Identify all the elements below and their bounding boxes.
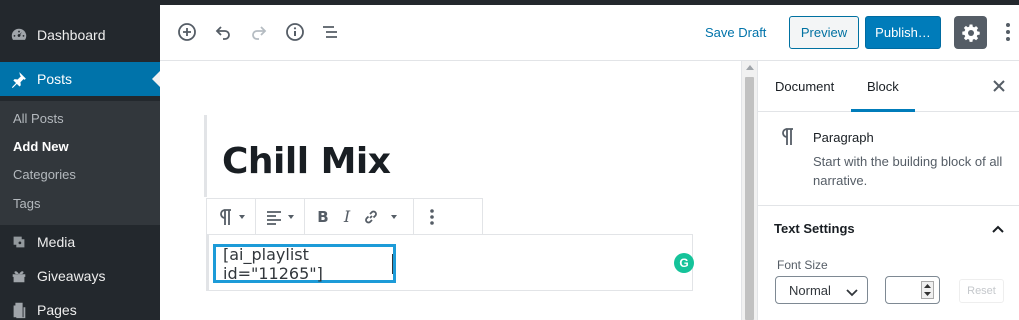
dashboard-icon	[9, 25, 29, 45]
publish-button[interactable]: Publish…	[865, 16, 941, 49]
chevron-down-icon	[288, 214, 294, 219]
reset-button[interactable]: Reset	[959, 279, 1004, 303]
text-settings-panel: Text Settings Font Size Normal Reset	[758, 207, 1019, 320]
editor-header: Save Draft Preview Publish…	[160, 5, 1019, 61]
font-size-select[interactable]: Normal	[775, 276, 868, 304]
tab-document[interactable]: Document	[775, 61, 834, 112]
block-type-switcher[interactable]	[207, 199, 256, 234]
italic-icon[interactable]: I	[335, 205, 359, 229]
submenu-add-new[interactable]: Add New	[13, 139, 69, 154]
bold-icon[interactable]: B	[311, 205, 335, 229]
align-left-icon[interactable]	[262, 205, 286, 229]
title-block-border	[204, 115, 207, 197]
font-size-number-input[interactable]	[885, 276, 940, 304]
submenu-categories[interactable]: Categories	[13, 167, 76, 182]
menu-label: Giveaways	[37, 268, 106, 284]
menu-item-posts[interactable]: Posts	[0, 62, 160, 96]
tab-block[interactable]: Block	[851, 61, 915, 112]
menu-item-dashboard[interactable]: Dashboard	[0, 18, 160, 52]
menu-item-media[interactable]: Media	[0, 225, 160, 259]
chevron-down-icon	[846, 285, 858, 300]
text-settings-heading[interactable]: Text Settings	[774, 221, 855, 236]
block-card: Paragraph Start with the building block …	[758, 113, 1019, 206]
pages-icon	[9, 300, 29, 320]
redo-icon[interactable]	[247, 20, 271, 44]
block-toolbar: B I	[206, 198, 483, 235]
link-icon[interactable]	[359, 205, 383, 229]
block-name: Paragraph	[813, 130, 874, 145]
spinner-down-icon[interactable]	[922, 290, 933, 298]
scrollbar-thumb[interactable]	[745, 77, 754, 320]
media-icon	[9, 232, 29, 252]
menu-item-giveaways[interactable]: Giveaways	[0, 259, 160, 293]
block-navigation-icon[interactable]	[318, 20, 342, 44]
settings-sidebar: Document Block Paragraph Start with the …	[757, 61, 1019, 320]
vertical-ellipsis-icon[interactable]	[420, 205, 444, 229]
posts-submenu: All Posts Add New Categories Tags	[0, 101, 160, 225]
menu-item-pages[interactable]: Pages	[0, 293, 160, 320]
add-block-icon[interactable]	[175, 20, 199, 44]
undo-icon[interactable]	[211, 20, 235, 44]
admin-sidebar: Dashboard Posts All Posts Add New Catego…	[0, 5, 160, 320]
font-size-value: Normal	[789, 282, 831, 298]
menu-label: Dashboard	[37, 27, 106, 43]
menu-label: Pages	[37, 302, 77, 318]
shortcode-value: [ai_playlist id="11265"]	[223, 244, 323, 283]
menu-label: Media	[37, 234, 76, 250]
more-options-icon[interactable]	[1003, 20, 1013, 44]
block-description: Start with the building block of all nar…	[813, 154, 1003, 188]
submenu-all-posts[interactable]: All Posts	[13, 111, 64, 126]
paragraph-icon	[779, 127, 795, 153]
active-menu-arrow	[152, 71, 160, 87]
format-controls: B I	[305, 199, 414, 234]
grammarly-icon[interactable]: G	[674, 253, 694, 273]
sidebar-tabs: Document Block	[758, 61, 1019, 112]
scroll-up-arrow-icon[interactable]	[746, 65, 754, 70]
alignment-control[interactable]	[256, 199, 305, 234]
save-draft-button[interactable]: Save Draft	[705, 25, 766, 40]
canvas-scrollbar[interactable]	[741, 61, 757, 320]
info-icon[interactable]	[283, 20, 307, 44]
block-more-options[interactable]	[414, 199, 450, 234]
more-formats-chevron-icon[interactable]	[383, 205, 407, 229]
chevron-down-icon	[239, 214, 245, 219]
menu-label: Posts	[37, 71, 73, 87]
shortcode-text[interactable]: [ai_playlist id="11265"]	[213, 244, 396, 283]
post-title[interactable]: Chill Mix	[222, 141, 391, 182]
submenu-tags[interactable]: Tags	[13, 196, 40, 211]
chevron-up-icon[interactable]	[990, 221, 1006, 237]
close-icon[interactable]	[991, 78, 1007, 94]
paragraph-icon[interactable]	[213, 205, 237, 229]
text-cursor	[392, 253, 393, 274]
preview-button[interactable]: Preview	[789, 16, 859, 49]
gift-icon	[9, 266, 29, 286]
font-size-label: Font Size	[777, 258, 828, 272]
pushpin-icon	[9, 69, 29, 89]
number-spinner[interactable]	[921, 281, 934, 299]
settings-gear-icon[interactable]	[954, 16, 987, 49]
spinner-up-icon[interactable]	[922, 282, 933, 290]
